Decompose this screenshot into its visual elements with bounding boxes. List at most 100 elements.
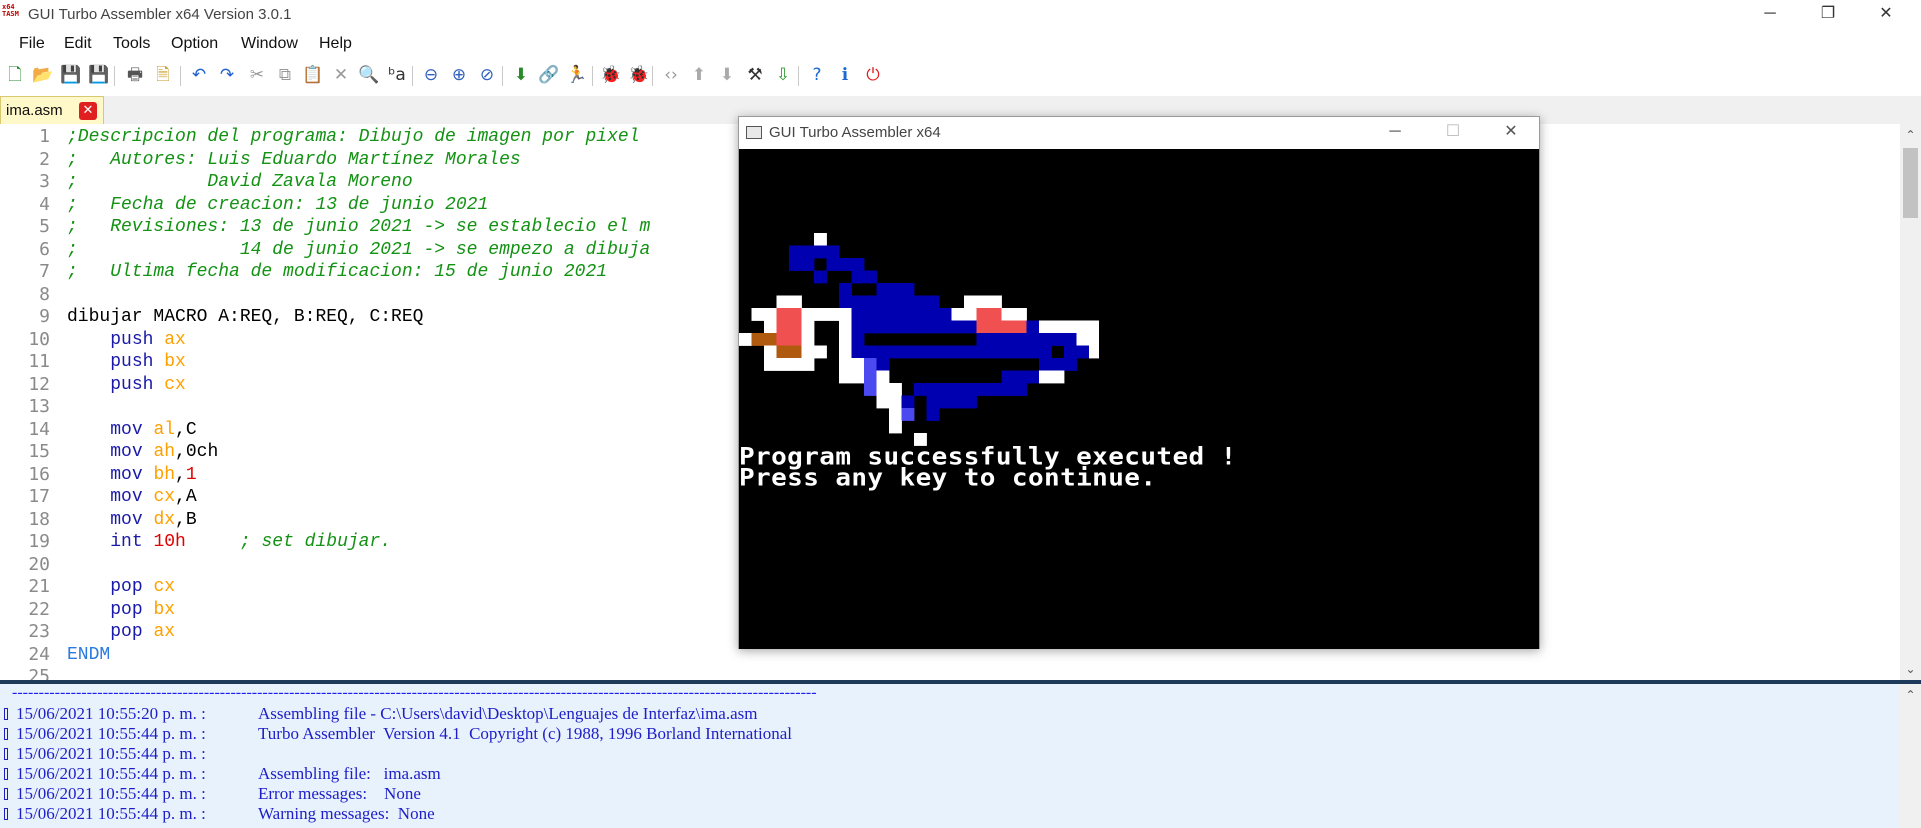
code-line[interactable]: mov cx,A (67, 486, 196, 509)
zoom-reset-icon[interactable]: ⊘ (476, 64, 498, 86)
run-icon[interactable]: 🏃 (566, 64, 588, 86)
log-line: 15/06/2021 10:55:44 p. m. : Turbo Assembl… (4, 724, 792, 744)
ship-pixel (989, 295, 1002, 309)
power-icon[interactable]: ⏻ (862, 64, 884, 86)
menu-edit[interactable]: Edit (64, 35, 92, 53)
ship-pixel (976, 320, 990, 334)
save-icon[interactable]: 💾 (60, 64, 82, 86)
code-line[interactable]: push cx (67, 374, 186, 397)
dos-output-window[interactable]: GUI Turbo Assembler x64 ─ ☐ ✕ Program su… (738, 116, 1540, 649)
code-line[interactable]: ; David Zavala Moreno (67, 171, 413, 194)
log-scroll-up-icon[interactable]: ⌃ (1900, 686, 1921, 704)
code-line[interactable]: ; Fecha de creacion: 13 de junio 2021 (67, 194, 488, 217)
redo-icon[interactable]: ↷ (216, 64, 238, 86)
code-line[interactable]: ;Descripcion del programa: Dibujo de ima… (67, 126, 640, 149)
toolbar-separator (502, 66, 503, 86)
code-line[interactable]: pop cx (67, 576, 175, 599)
move-up-icon[interactable]: ⬆ (688, 64, 710, 86)
ship-pixel (914, 308, 927, 321)
toolbar-separator (114, 66, 115, 86)
save-all-icon[interactable]: 💾 (88, 64, 110, 86)
menu-tools[interactable]: Tools (113, 35, 150, 53)
code-icon[interactable]: ‹› (660, 64, 682, 86)
close-icon[interactable]: ✕ (1857, 0, 1915, 30)
ship-pixel (1014, 320, 1027, 334)
code-line[interactable]: ; Autores: Luis Eduardo Martínez Morales (67, 149, 521, 172)
code-line[interactable]: mov ah,0ch (67, 441, 218, 464)
scroll-up-icon[interactable]: ⌃ (1900, 126, 1921, 144)
link-icon[interactable]: 🔗 (538, 64, 560, 86)
code-line[interactable]: push ax (67, 329, 186, 352)
ship-pixel (964, 383, 977, 396)
close-tab-icon[interactable]: ✕ (79, 102, 97, 120)
download-icon[interactable]: ⇩ (772, 64, 794, 86)
assemble-icon[interactable]: ⬇ (510, 64, 532, 86)
dos-close-icon[interactable]: ✕ (1482, 117, 1540, 149)
paste-icon[interactable]: 📋 (302, 64, 324, 86)
code-line[interactable]: mov bh,1 (67, 464, 196, 487)
tab-ima-asm[interactable]: ima.asm ✕ (0, 96, 104, 124)
log-scrollbar[interactable]: ⌃ (1900, 684, 1921, 828)
code-line[interactable]: ENDM (67, 644, 110, 667)
scrollbar-thumb[interactable] (1903, 148, 1918, 218)
code-line[interactable]: mov al,C (67, 419, 196, 442)
open-file-icon[interactable]: 📂 (32, 64, 54, 86)
ship-pixel (989, 345, 1002, 359)
code-line[interactable]: int 10h ; set dibujar. (67, 531, 391, 554)
editor-scrollbar[interactable]: ⌃ ⌄ (1900, 124, 1921, 680)
menu-option[interactable]: Option (171, 35, 218, 53)
code-line[interactable]: dibujar MACRO A:REQ, B:REQ, C:REQ (67, 306, 423, 329)
code-line[interactable]: pop ax (67, 621, 175, 644)
menu-file[interactable]: File (19, 35, 45, 53)
log-message: Turbo Assembler Version 4.1 Copyright (c… (258, 724, 793, 743)
ship-pixel (801, 358, 815, 371)
replace-icon[interactable]: ᵇa (386, 64, 408, 86)
minimize-icon[interactable]: ─ (1741, 0, 1799, 30)
scroll-down-icon[interactable]: ⌄ (1900, 660, 1921, 678)
ship-pixel (1039, 320, 1052, 334)
menu-window[interactable]: Window (241, 35, 298, 53)
copy-icon[interactable]: ⧉ (274, 64, 296, 86)
ship-pixel (1026, 345, 1040, 359)
restore-icon[interactable]: ❐ (1799, 0, 1857, 30)
debug-icon[interactable]: 🐞 (600, 64, 622, 86)
code-line[interactable]: mov dx,B (67, 509, 196, 532)
ship-pixel (839, 320, 852, 334)
tools-icon[interactable]: ⚒ (744, 64, 766, 86)
info-icon[interactable]: ℹ (834, 64, 856, 86)
dos-maximize-icon[interactable]: ☐ (1424, 117, 1482, 149)
code-line[interactable]: ; Ultima fecha de modificacion: 15 de ju… (67, 261, 607, 284)
line-number: 18 (28, 508, 50, 530)
zoom-out-icon[interactable]: ⊖ (420, 64, 442, 86)
find-icon[interactable]: 🔍 (358, 64, 380, 86)
print-preview-icon[interactable]: 🗎 (152, 64, 174, 86)
ship-pixel (926, 408, 940, 421)
new-file-icon[interactable]: 🗋 (4, 64, 26, 86)
print-icon[interactable]: 🖶 (124, 64, 146, 86)
delete-icon[interactable]: ✕ (330, 64, 352, 86)
move-down-icon[interactable]: ⬇ (716, 64, 738, 86)
ship-pixel (964, 345, 977, 359)
ship-pixel (1014, 383, 1027, 396)
ship-pixel (864, 308, 877, 321)
cut-icon[interactable]: ✂ (246, 64, 268, 86)
ship-pixel (926, 295, 940, 309)
ship-pixel (839, 295, 852, 309)
code-line[interactable]: pop bx (67, 599, 175, 622)
zoom-in-icon[interactable]: ⊕ (448, 64, 470, 86)
ship-pixel (1014, 345, 1027, 359)
ship-pixel (901, 395, 915, 409)
code-line[interactable]: push bx (67, 351, 186, 374)
help-icon[interactable]: ? (806, 64, 828, 86)
menu-help[interactable]: Help (319, 35, 352, 53)
log-bullet-icon (4, 748, 8, 760)
code-line[interactable]: ; Revisiones: 13 de junio 2021 -> se est… (67, 216, 650, 239)
ship-pixel (764, 358, 777, 371)
ship-pixel (901, 408, 915, 421)
output-log[interactable]: ----------------------------------------… (0, 684, 1900, 828)
ship-pixel (839, 358, 852, 371)
code-line[interactable]: ; 14 de junio 2021 -> se empezo a dibuja (67, 239, 650, 262)
undo-icon[interactable]: ↶ (188, 64, 210, 86)
dos-minimize-icon[interactable]: ─ (1366, 117, 1424, 149)
debug-step-icon[interactable]: 🐞 (628, 64, 650, 86)
